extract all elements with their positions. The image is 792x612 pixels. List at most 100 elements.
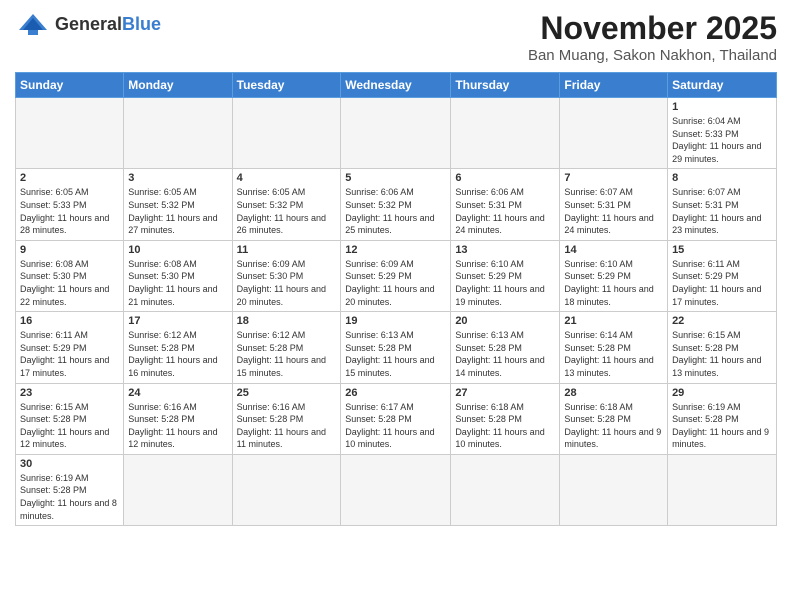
day-info: Sunrise: 6:05 AMSunset: 5:33 PMDaylight:… [20,186,119,236]
day-info: Sunrise: 6:11 AMSunset: 5:29 PMDaylight:… [20,329,119,379]
calendar-cell: 10 Sunrise: 6:08 AMSunset: 5:30 PMDayligh… [124,240,232,311]
calendar-cell [124,454,232,525]
location-title: Ban Muang, Sakon Nakhon, Thailand [528,47,777,64]
day-number: 25 [237,387,337,399]
calendar-cell: 1 Sunrise: 6:04 AMSunset: 5:33 PMDaylight… [668,98,777,169]
day-info: Sunrise: 6:06 AMSunset: 5:32 PMDaylight:… [345,186,446,236]
calendar-cell: 24Sunrise: 6:16 AMSunset: 5:28 PMDayligh… [124,383,232,454]
day-info: Sunrise: 6:18 AMSunset: 5:28 PMDaylight:… [455,401,555,451]
day-info: Sunrise: 6:13 AMSunset: 5:28 PMDaylight:… [345,329,446,379]
day-number: 23 [20,387,119,399]
calendar-cell: 9Sunrise: 6:08 AMSunset: 5:30 PMDaylight… [16,240,124,311]
day-number: 26 [345,387,446,399]
day-number: 14 [564,244,663,256]
calendar-cell: 16Sunrise: 6:11 AMSunset: 5:29 PMDayligh… [16,312,124,383]
calendar-cell: 13 Sunrise: 6:10 AMSunset: 5:29 PMDayligh… [451,240,560,311]
day-info: Sunrise: 6:14 AMSunset: 5:28 PMDaylight:… [564,329,663,379]
day-number: 18 [237,315,337,327]
day-info: Sunrise: 6:19 AMSunset: 5:28 PMDaylight:… [672,401,772,451]
day-number: 30 [20,458,119,470]
calendar-table: SundayMondayTuesdayWednesdayThursdayFrid… [15,72,777,526]
calendar-cell [451,98,560,169]
calendar-week-2: 2 Sunrise: 6:05 AMSunset: 5:33 PMDaylight… [16,169,777,240]
day-number: 1 [672,101,772,113]
day-number: 27 [455,387,555,399]
calendar-cell: 17Sunrise: 6:12 AMSunset: 5:28 PMDayligh… [124,312,232,383]
calendar-cell: 15Sunrise: 6:11 AMSunset: 5:29 PMDayligh… [668,240,777,311]
month-title: November 2025 [528,10,777,47]
logo-icon [15,10,51,38]
calendar-cell: 8Sunrise: 6:07 AMSunset: 5:31 PMDaylight… [668,169,777,240]
day-info: Sunrise: 6:10 AMSunset: 5:29 PMDaylight:… [455,258,555,308]
day-info: Sunrise: 6:08 AMSunset: 5:30 PMDaylight:… [20,258,119,308]
calendar-cell: 27 Sunrise: 6:18 AMSunset: 5:28 PMDayligh… [451,383,560,454]
day-info: Sunrise: 6:05 AMSunset: 5:32 PMDaylight:… [128,186,227,236]
title-block: November 2025 Ban Muang, Sakon Nakhon, T… [528,10,777,64]
calendar-cell: 29 Sunrise: 6:19 AMSunset: 5:28 PMDayligh… [668,383,777,454]
calendar-cell: 25 Sunrise: 6:16 AMSunset: 5:28 PMDayligh… [232,383,341,454]
calendar-cell: 19 Sunrise: 6:13 AMSunset: 5:28 PMDayligh… [341,312,451,383]
day-info: Sunrise: 6:10 AMSunset: 5:29 PMDaylight:… [564,258,663,308]
day-number: 22 [672,315,772,327]
day-info: Sunrise: 6:16 AMSunset: 5:28 PMDaylight:… [237,401,337,451]
calendar-cell: 6 Sunrise: 6:06 AMSunset: 5:31 PMDaylight… [451,169,560,240]
day-number: 6 [455,172,555,184]
calendar-cell [451,454,560,525]
day-info: Sunrise: 6:06 AMSunset: 5:31 PMDaylight:… [455,186,555,236]
calendar-cell [341,454,451,525]
logo-text: GeneralBlue [55,14,161,35]
day-number: 7 [564,172,663,184]
weekday-header-row: SundayMondayTuesdayWednesdayThursdayFrid… [16,73,777,98]
day-info: Sunrise: 6:15 AMSunset: 5:28 PMDaylight:… [20,401,119,451]
calendar-cell [232,98,341,169]
weekday-header-monday: Monday [124,73,232,98]
calendar-week-5: 23 Sunrise: 6:15 AMSunset: 5:28 PMDayligh… [16,383,777,454]
day-info: Sunrise: 6:18 AMSunset: 5:28 PMDaylight:… [564,401,663,451]
day-info: Sunrise: 6:04 AMSunset: 5:33 PMDaylight:… [672,115,772,165]
logo: GeneralBlue [15,10,161,38]
day-number: 20 [455,315,555,327]
day-number: 3 [128,172,227,184]
day-number: 19 [345,315,446,327]
day-number: 11 [237,244,337,256]
day-info: Sunrise: 6:11 AMSunset: 5:29 PMDaylight:… [672,258,772,308]
calendar-cell [16,98,124,169]
day-info: Sunrise: 6:07 AMSunset: 5:31 PMDaylight:… [564,186,663,236]
day-number: 10 [128,244,227,256]
day-number: 13 [455,244,555,256]
calendar-cell: 7 Sunrise: 6:07 AMSunset: 5:31 PMDaylight… [560,169,668,240]
weekday-header-saturday: Saturday [668,73,777,98]
day-info: Sunrise: 6:09 AMSunset: 5:29 PMDaylight:… [345,258,446,308]
calendar-cell [232,454,341,525]
day-number: 2 [20,172,119,184]
calendar-cell: 12 Sunrise: 6:09 AMSunset: 5:29 PMDayligh… [341,240,451,311]
weekday-header-sunday: Sunday [16,73,124,98]
weekday-header-wednesday: Wednesday [341,73,451,98]
calendar-cell: 2 Sunrise: 6:05 AMSunset: 5:33 PMDaylight… [16,169,124,240]
day-number: 29 [672,387,772,399]
day-number: 4 [237,172,337,184]
day-info: Sunrise: 6:17 AMSunset: 5:28 PMDaylight:… [345,401,446,451]
calendar-cell: 14 Sunrise: 6:10 AMSunset: 5:29 PMDayligh… [560,240,668,311]
day-number: 28 [564,387,663,399]
calendar-cell: 30 Sunrise: 6:19 AMSunset: 5:28 PMDayligh… [16,454,124,525]
calendar-cell: 18Sunrise: 6:12 AMSunset: 5:28 PMDayligh… [232,312,341,383]
calendar-cell: 4Sunrise: 6:05 AMSunset: 5:32 PMDaylight… [232,169,341,240]
page-header: GeneralBlue November 2025 Ban Muang, Sak… [15,10,777,64]
calendar-cell: 11Sunrise: 6:09 AMSunset: 5:30 PMDayligh… [232,240,341,311]
day-info: Sunrise: 6:16 AMSunset: 5:28 PMDaylight:… [128,401,227,451]
day-info: Sunrise: 6:15 AMSunset: 5:28 PMDaylight:… [672,329,772,379]
calendar-cell: 5Sunrise: 6:06 AMSunset: 5:32 PMDaylight… [341,169,451,240]
day-info: Sunrise: 6:12 AMSunset: 5:28 PMDaylight:… [128,329,227,379]
day-info: Sunrise: 6:19 AMSunset: 5:28 PMDaylight:… [20,472,119,522]
day-info: Sunrise: 6:08 AMSunset: 5:30 PMDaylight:… [128,258,227,308]
calendar-cell: 28 Sunrise: 6:18 AMSunset: 5:28 PMDayligh… [560,383,668,454]
calendar-cell: 21Sunrise: 6:14 AMSunset: 5:28 PMDayligh… [560,312,668,383]
calendar-cell [668,454,777,525]
calendar-cell: 23 Sunrise: 6:15 AMSunset: 5:28 PMDayligh… [16,383,124,454]
day-number: 12 [345,244,446,256]
calendar-cell: 20 Sunrise: 6:13 AMSunset: 5:28 PMDayligh… [451,312,560,383]
day-info: Sunrise: 6:13 AMSunset: 5:28 PMDaylight:… [455,329,555,379]
calendar-cell [560,454,668,525]
weekday-header-tuesday: Tuesday [232,73,341,98]
